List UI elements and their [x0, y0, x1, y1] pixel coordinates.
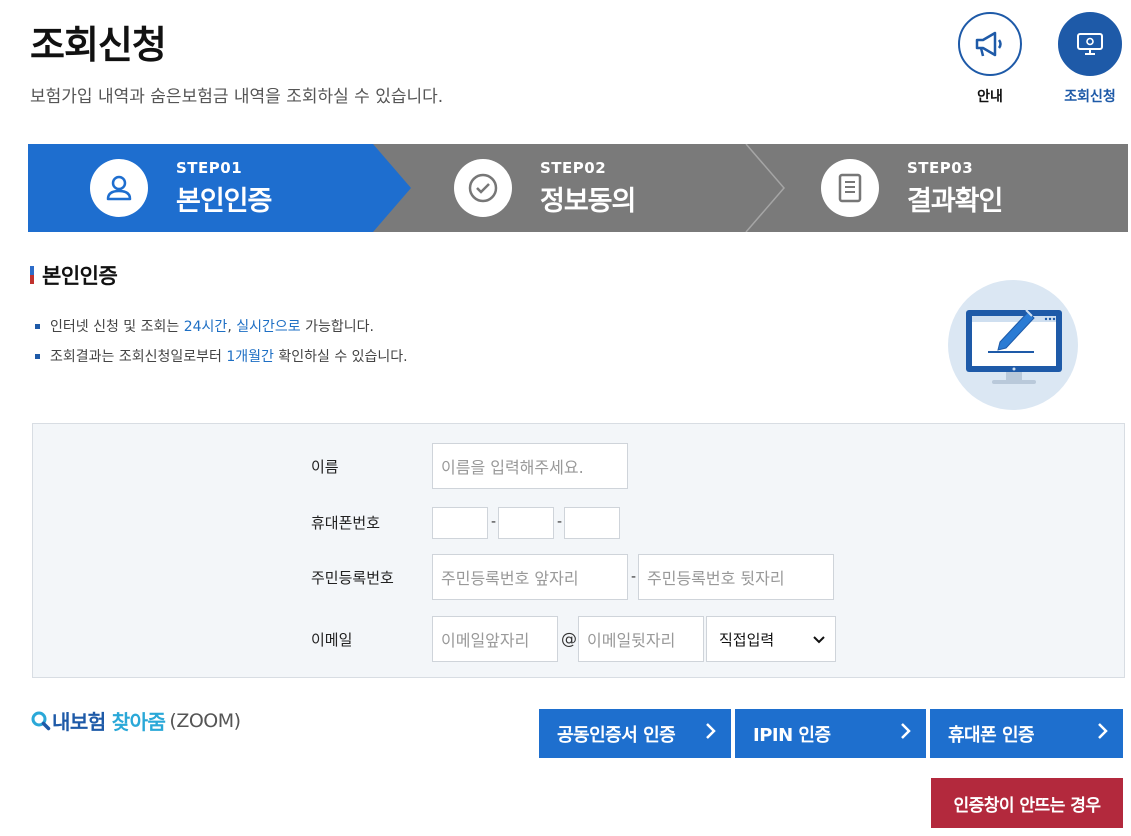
phone-separator: -	[491, 514, 497, 530]
phone-part3-input[interactable]	[564, 507, 620, 539]
name-label: 이름	[311, 458, 339, 476]
chevron-right-icon	[900, 722, 912, 745]
guide-label: 안내	[977, 89, 1003, 105]
ipin-auth-button[interactable]: IPIN 인증	[735, 709, 926, 758]
zoom-logo-part2: 찾아줌	[111, 710, 166, 734]
step-3-name: 결과확인	[907, 185, 1003, 217]
inquiry-link[interactable]: 조회신청	[1057, 12, 1123, 106]
auth-window-help-button[interactable]: 인증창이 안뜨는 경우	[931, 778, 1123, 828]
page-description: 보험가입 내역과 숨은보험금 내역을 조회하실 수 있습니다.	[30, 87, 444, 107]
email-domain-value: 직접입력	[719, 630, 775, 649]
phone-part1-input[interactable]	[432, 507, 488, 539]
step-2-number: STEP02	[540, 158, 607, 177]
phone-label: 휴대폰번호	[311, 514, 381, 532]
section-title-text: 본인인증	[42, 264, 118, 288]
document-icon	[821, 159, 879, 217]
inquiry-label: 조회신청	[1064, 89, 1116, 105]
email-domain-select[interactable]: 직접입력	[706, 616, 836, 662]
phone-auth-button[interactable]: 휴대폰 인증	[930, 709, 1123, 758]
section-bar-icon	[30, 266, 34, 284]
rrn-separator: -	[631, 569, 637, 585]
chevron-right-icon	[1097, 722, 1109, 745]
ipin-auth-label: IPIN 인증	[753, 724, 831, 746]
step-2-name: 정보동의	[540, 185, 636, 217]
step-1: STEP01 본인인증	[90, 144, 272, 232]
step-progress: STEP01 본인인증 STEP02 정보동의 STEP03 결과확인	[28, 144, 1128, 232]
step-3: STEP03 결과확인	[821, 144, 1003, 232]
notice-list: 인터넷 신청 및 조회는 24시간, 실시간으로 가능합니다. 조회결과는 조회…	[35, 312, 408, 372]
zoom-logo[interactable]: 내보험 찾아줌 (ZOOM)	[30, 706, 241, 735]
page-title: 조회신청	[30, 23, 167, 67]
check-circle-icon	[454, 159, 512, 217]
monitor-gear-icon	[1058, 12, 1122, 76]
notice-item: 조회결과는 조회신청일로부터 1개월간 확인하실 수 있습니다.	[35, 342, 408, 372]
chevron-right-icon	[705, 722, 717, 745]
rrn-back-input[interactable]: 주민등록번호 뒷자리	[638, 554, 834, 600]
certificate-auth-button[interactable]: 공동인증서 인증	[539, 709, 731, 758]
notice-item: 인터넷 신청 및 조회는 24시간, 실시간으로 가능합니다.	[35, 312, 408, 342]
rrn-label: 주민등록번호	[311, 569, 394, 587]
phone-separator: -	[557, 514, 563, 530]
certificate-auth-label: 공동인증서 인증	[557, 724, 676, 746]
section-title: 본인인증	[30, 260, 118, 290]
zoom-logo-part3: (ZOOM)	[169, 709, 241, 732]
step-1-name: 본인인증	[176, 185, 272, 217]
rrn-front-input[interactable]: 주민등록번호 앞자리	[432, 554, 628, 600]
magnifier-icon	[31, 711, 51, 730]
megaphone-icon	[958, 12, 1022, 76]
user-icon	[90, 159, 148, 217]
email-back-input[interactable]: 이메일뒷자리	[578, 616, 704, 662]
guide-link[interactable]: 안내	[957, 12, 1023, 106]
chevron-down-icon	[813, 630, 825, 648]
monitor-illustration-icon	[948, 280, 1078, 410]
auth-form: 이름 이름을 입력해주세요. 휴대폰번호 - - 주민등록번호 주민등록번호 앞…	[32, 423, 1125, 678]
step-1-number: STEP01	[176, 158, 243, 177]
email-label: 이메일	[311, 631, 353, 649]
zoom-logo-part1: 내보험	[52, 710, 106, 734]
email-at-sign: @	[561, 629, 577, 648]
phone-part2-input[interactable]	[498, 507, 554, 539]
step-3-number: STEP03	[907, 158, 974, 177]
name-input[interactable]: 이름을 입력해주세요.	[432, 443, 628, 489]
phone-auth-label: 휴대폰 인증	[948, 724, 1035, 746]
step-2: STEP02 정보동의	[454, 144, 636, 232]
email-front-input[interactable]: 이메일앞자리	[432, 616, 558, 662]
